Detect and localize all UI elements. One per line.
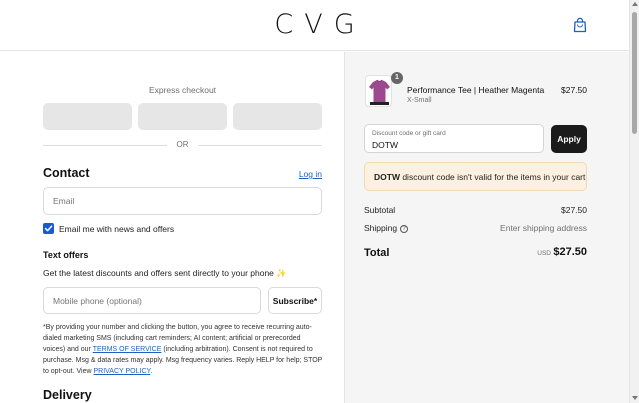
brand-logo[interactable]: CVG: [0, 9, 629, 40]
product-variant: X-Small: [407, 97, 432, 104]
discount-code-field[interactable]: Discount code or gift card DOTW: [364, 124, 544, 153]
express-pay-button-1[interactable]: [43, 103, 132, 130]
text-offers-description: Get the latest discounts and offers sent…: [43, 268, 287, 279]
text-offers-description-text: Get the latest discounts and offers sent…: [43, 268, 274, 278]
scroll-up-arrow-icon[interactable]: [632, 2, 638, 6]
discount-error-alert: DOTW discount code isn't valid for the i…: [364, 162, 587, 191]
subtotal-value: $27.50: [561, 205, 587, 215]
legal-text-3: .: [150, 368, 153, 375]
apply-discount-button[interactable]: Apply: [551, 125, 587, 153]
login-link[interactable]: Log in: [288, 169, 322, 179]
quantity-badge: 1: [391, 72, 403, 84]
express-pay-button-2[interactable]: [138, 103, 227, 130]
text-offers-heading: Text offers: [43, 250, 89, 260]
product-name: Performance Tee | Heather Magenta: [407, 85, 545, 95]
scroll-down-arrow-icon[interactable]: [632, 396, 638, 400]
total-currency: USD: [537, 250, 551, 257]
email-field[interactable]: [43, 187, 322, 215]
total-label: Total: [364, 247, 390, 259]
express-pay-button-3[interactable]: [233, 103, 322, 130]
shipping-label: Shipping: [364, 223, 398, 233]
subscribe-button[interactable]: Subscribe*: [268, 287, 322, 314]
scrollbar-thumb[interactable]: [632, 12, 637, 134]
product-price: $27.50: [561, 85, 587, 95]
discount-error-message: DOTW discount code isn't valid for the i…: [374, 172, 585, 182]
delivery-heading: Delivery: [43, 388, 92, 402]
sms-legal-disclaimer: *By providing your number and clicking t…: [43, 322, 324, 377]
mobile-phone-input[interactable]: [44, 288, 260, 313]
or-divider: OR: [43, 140, 322, 150]
page-scrollbar[interactable]: [629, 0, 639, 403]
discount-field-label: Discount code or gift card: [372, 130, 446, 137]
email-input[interactable]: [44, 188, 321, 214]
terms-of-service-link[interactable]: TERMS OF SERVICE: [93, 346, 162, 353]
mobile-phone-field[interactable]: [43, 287, 261, 314]
sparkles-icon: ✨: [276, 268, 287, 278]
express-checkout-title: Express checkout: [148, 85, 217, 95]
product-thumbnail: [365, 75, 392, 107]
header: CVG: [0, 0, 629, 51]
shipping-value: Enter shipping address: [500, 223, 587, 233]
subtotal-label: Subtotal: [364, 205, 396, 215]
tshirt-image: [369, 79, 390, 105]
invalid-code: DOTW: [374, 172, 400, 182]
shipping-label-row: Shipping?: [364, 223, 409, 233]
marketing-checkbox-label[interactable]: Email me with news and offers: [59, 224, 174, 234]
divider-line: [198, 145, 322, 146]
alert-message-text: discount code isn't valid for the items …: [399, 172, 586, 182]
marketing-checkbox[interactable]: [43, 223, 54, 234]
privacy-policy-link[interactable]: PRIVACY POLICY: [93, 368, 150, 375]
contact-heading: Contact: [43, 166, 90, 180]
help-icon[interactable]: ?: [400, 224, 409, 233]
total-value: $27.50: [553, 246, 587, 258]
discount-code-input[interactable]: DOTW: [372, 140, 398, 150]
shopping-bag-icon[interactable]: [573, 17, 587, 33]
checkmark-icon: [44, 225, 53, 232]
